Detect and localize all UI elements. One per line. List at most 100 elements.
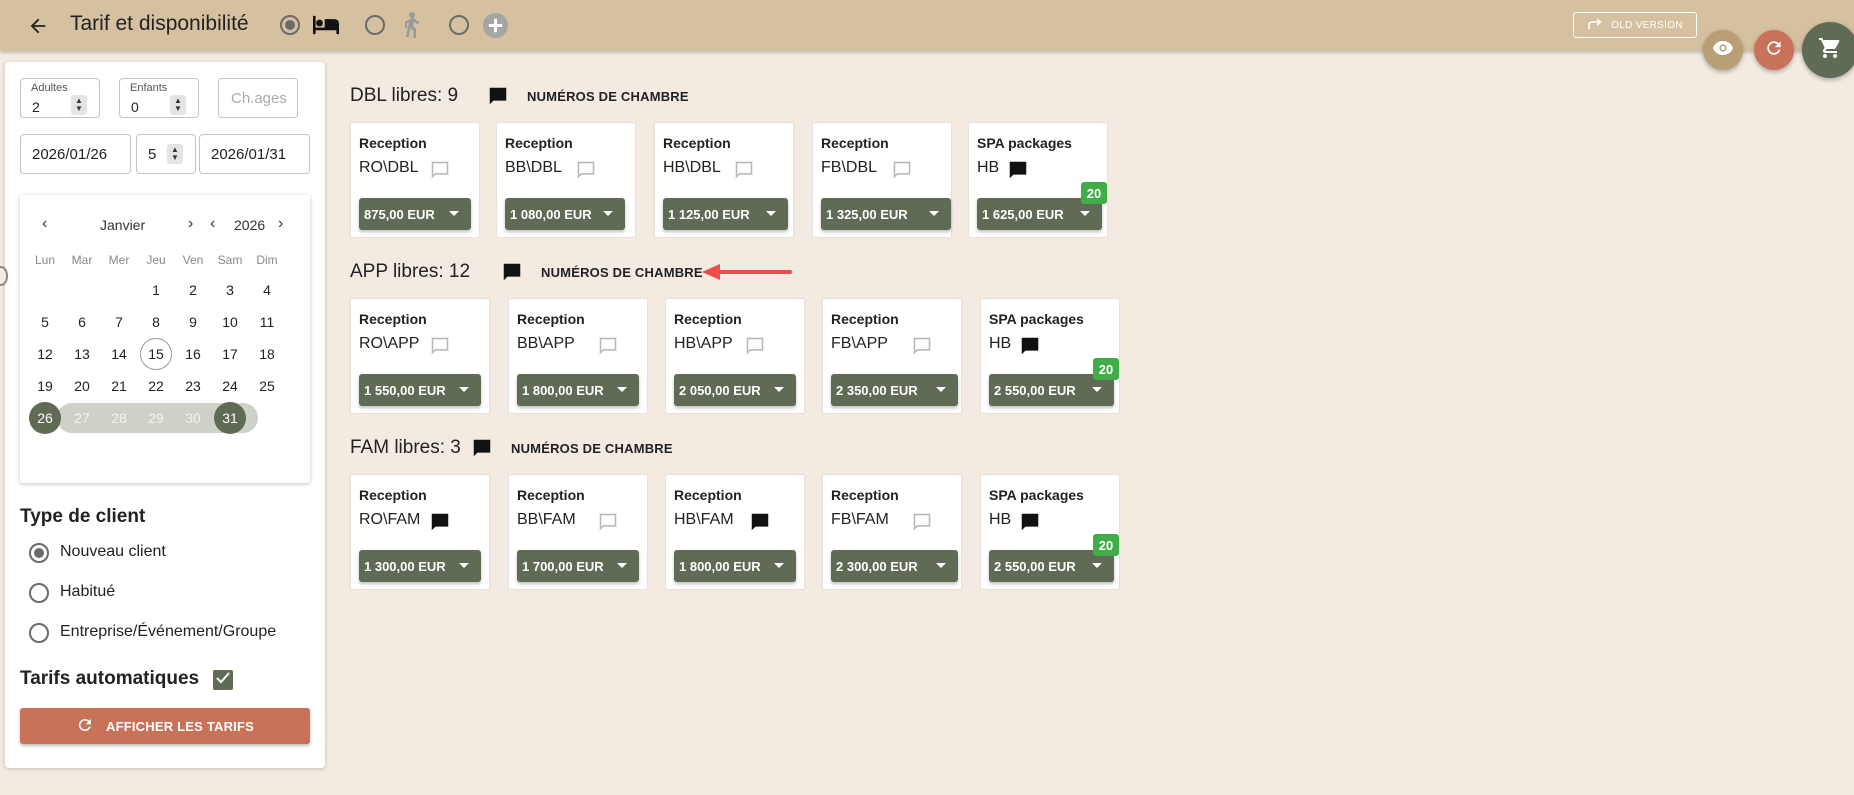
calendar-day[interactable]: 23 xyxy=(177,370,209,402)
calendar-day[interactable]: 5 xyxy=(29,306,61,338)
price-dropdown-button[interactable]: 1 700,00 EUR xyxy=(517,550,639,582)
room-note-icon[interactable] xyxy=(487,85,509,112)
mode-radio-extra[interactable] xyxy=(449,15,469,35)
room-note-icon[interactable] xyxy=(501,261,523,288)
back-arrow-icon[interactable] xyxy=(24,12,52,40)
price-dropdown-button[interactable]: 2 050,00 EUR xyxy=(674,374,796,406)
note-empty-icon[interactable] xyxy=(429,335,451,362)
auto-rates-checkbox[interactable] xyxy=(213,670,233,690)
nights-field[interactable]: 5 ▲ ▼ xyxy=(136,134,196,174)
calendar-day[interactable]: 20 xyxy=(66,370,98,402)
calendar-day[interactable]: 12 xyxy=(29,338,61,370)
calendar-day[interactable]: 2 xyxy=(177,274,209,306)
calendar-day[interactable]: 17 xyxy=(214,338,246,370)
calendar-day[interactable]: 1 xyxy=(140,274,172,306)
calendar-day[interactable]: 29 xyxy=(140,402,172,434)
price-dropdown-button[interactable]: 2 350,00 EUR xyxy=(831,374,958,406)
calendar-day[interactable]: 9 xyxy=(177,306,209,338)
note-filled-icon[interactable] xyxy=(1019,511,1041,538)
note-empty-icon[interactable] xyxy=(597,335,619,362)
children-field[interactable]: Enfants 0 ▲ ▼ xyxy=(119,78,199,118)
room-numbers-link[interactable]: NUMÉROS DE CHAMBRE xyxy=(541,265,703,280)
calendar-day[interactable]: 27 xyxy=(66,402,98,434)
calendar-day[interactable]: 13 xyxy=(66,338,98,370)
children-ages-field[interactable]: Ch.ages xyxy=(218,78,298,118)
calendar-day[interactable]: 25 xyxy=(251,370,283,402)
refresh-button[interactable] xyxy=(1754,30,1794,70)
calendar-day[interactable]: 10 xyxy=(214,306,246,338)
calendar-day[interactable]: 16 xyxy=(177,338,209,370)
nights-stepper[interactable]: ▲ ▼ xyxy=(167,144,183,164)
calendar-day[interactable]: 15 xyxy=(140,338,172,370)
room-note-icon[interactable] xyxy=(471,437,493,464)
calendar-day[interactable]: 28 xyxy=(103,402,135,434)
date-to-field[interactable]: 2026/01/31 xyxy=(199,134,310,174)
show-rates-button[interactable]: AFFICHER LES TARIFS xyxy=(20,708,310,744)
cart-button[interactable] xyxy=(1802,22,1854,78)
adults-field[interactable]: Adultes 2 ▲ ▼ xyxy=(20,78,100,118)
preview-button[interactable] xyxy=(1703,30,1743,70)
calendar-day[interactable]: 18 xyxy=(251,338,283,370)
room-numbers-link[interactable]: NUMÉROS DE CHAMBRE xyxy=(511,441,673,456)
calendar-day[interactable]: 21 xyxy=(103,370,135,402)
dropdown-caret-icon xyxy=(929,211,939,216)
client-type-radio-regular[interactable] xyxy=(29,583,49,603)
calendar-day[interactable]: 8 xyxy=(140,306,172,338)
rate-category: Reception xyxy=(359,311,427,327)
calendar-day[interactable]: 22 xyxy=(140,370,172,402)
prev-year-chevron-icon[interactable]: ‹ xyxy=(210,215,215,233)
calendar-day[interactable]: 24 xyxy=(214,370,246,402)
calendar-day[interactable]: 4 xyxy=(251,274,283,306)
calendar-day[interactable]: 30 xyxy=(177,402,209,434)
note-filled-icon[interactable] xyxy=(1007,159,1029,186)
note-empty-icon[interactable] xyxy=(911,511,933,538)
checkmark-icon xyxy=(216,671,230,689)
note-empty-icon[interactable] xyxy=(575,159,597,186)
calendar-day[interactable]: 19 xyxy=(29,370,61,402)
rate-card: Reception HB\APP 2 050,00 EUR xyxy=(665,298,805,414)
price-dropdown-button[interactable]: 2 300,00 EUR xyxy=(831,550,958,582)
price-dropdown-button[interactable]: 1 550,00 EUR xyxy=(359,374,481,406)
mode-radio-room[interactable] xyxy=(280,15,300,35)
price-dropdown-button[interactable]: 1 325,00 EUR xyxy=(821,198,951,230)
calendar-day[interactable]: 11 xyxy=(251,306,283,338)
note-empty-icon[interactable] xyxy=(597,511,619,538)
note-empty-icon[interactable] xyxy=(429,159,451,186)
calendar-day[interactable]: 7 xyxy=(103,306,135,338)
room-numbers-link[interactable]: NUMÉROS DE CHAMBRE xyxy=(527,89,689,104)
rate-code: RO\FAM xyxy=(359,511,421,528)
price-dropdown-button[interactable]: 1 800,00 EUR xyxy=(674,550,796,582)
price-dropdown-button[interactable]: 1 800,00 EUR xyxy=(517,374,639,406)
children-value: 0 xyxy=(131,99,139,115)
client-type-radio-new[interactable] xyxy=(29,543,49,563)
price-dropdown-button[interactable]: 875,00 EUR xyxy=(359,198,471,230)
date-from-value: 2026/01/26 xyxy=(32,146,108,163)
price-label: 1 080,00 EUR xyxy=(510,206,592,222)
calendar-day[interactable]: 3 xyxy=(214,274,246,306)
note-empty-icon[interactable] xyxy=(733,159,755,186)
calendar-day[interactable]: 26 xyxy=(29,402,61,434)
price-label: 1 800,00 EUR xyxy=(679,558,761,574)
note-filled-icon[interactable] xyxy=(429,511,451,538)
date-from-field[interactable]: 2026/01/26 xyxy=(20,134,131,174)
client-type-radio-company[interactable] xyxy=(29,623,49,643)
mode-radio-activity[interactable] xyxy=(365,15,385,35)
old-version-button[interactable]: OLD VERSION xyxy=(1573,12,1697,38)
note-empty-icon[interactable] xyxy=(911,335,933,362)
note-filled-icon[interactable] xyxy=(749,511,771,538)
note-filled-icon[interactable] xyxy=(1019,335,1041,362)
calendar-day[interactable]: 31 xyxy=(214,402,246,434)
calendar-day[interactable]: 6 xyxy=(66,306,98,338)
price-dropdown-button[interactable]: 1 080,00 EUR xyxy=(505,198,625,230)
calendar-day[interactable]: 14 xyxy=(103,338,135,370)
adults-label: Adultes xyxy=(31,82,68,94)
price-dropdown-button[interactable]: 1 125,00 EUR xyxy=(663,198,788,230)
note-empty-icon[interactable] xyxy=(891,159,913,186)
children-stepper[interactable]: ▲ ▼ xyxy=(170,95,186,115)
prev-month-chevron-icon[interactable]: ‹ xyxy=(42,215,47,233)
note-empty-icon[interactable] xyxy=(744,335,766,362)
next-month-chevron-icon[interactable]: › xyxy=(188,215,193,233)
next-year-chevron-icon[interactable]: › xyxy=(278,215,283,233)
adults-stepper[interactable]: ▲ ▼ xyxy=(71,95,87,115)
price-dropdown-button[interactable]: 1 300,00 EUR xyxy=(359,550,481,582)
